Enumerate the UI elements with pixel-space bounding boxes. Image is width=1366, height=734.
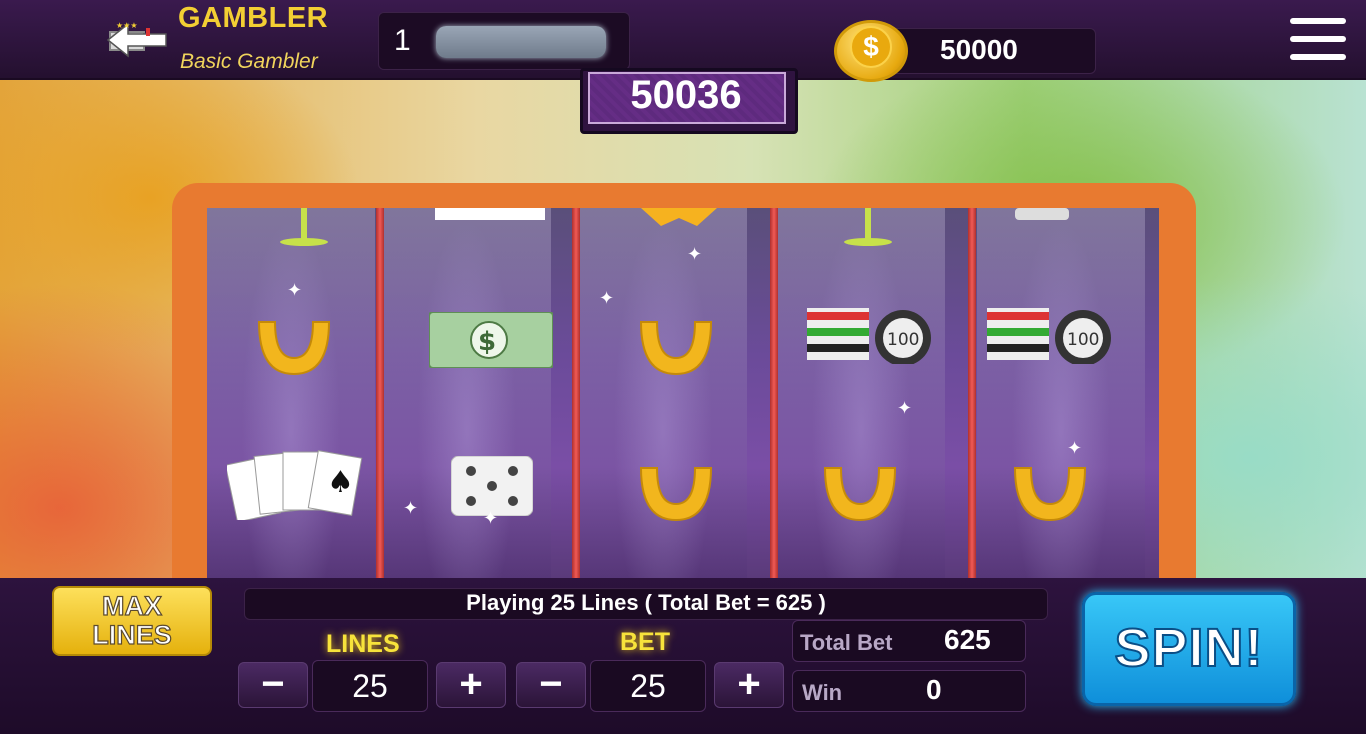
sparkle-icon: ✦ [403,498,419,518]
horseshoe-icon [257,321,331,376]
sparkle-icon: ✦ [287,280,303,300]
martini-glass-icon [280,208,328,246]
svg-text:♠: ♠ [327,465,354,500]
poker-chips-icon: 100 [807,308,931,364]
sparkle-icon: ✦ [897,398,913,418]
playing-cards-icon: ♠ [227,450,363,520]
reel-2 [383,208,551,578]
hamburger-menu-icon[interactable] [1290,18,1346,62]
coin-symbol: $ [850,26,892,68]
reel-1 [207,208,375,578]
svg-text:$: $ [478,327,496,357]
jackpot-value: 50036 [630,73,742,117]
max-lines-label: LINES [92,620,173,650]
bet-value: 25 [590,660,706,712]
horseshoe-icon [823,467,897,522]
dollar-bill-icon: $ [429,312,553,368]
reel-separator [770,208,778,578]
reel-separator [572,208,580,578]
player-level: 1 [394,24,411,57]
sparkle-icon: ✦ [1067,438,1083,458]
player-rank: Basic Gambler [180,50,318,73]
svg-text:★★★: ★★★ [116,21,138,30]
lines-value: 25 [312,660,428,712]
lines-plus-button[interactable]: + [436,662,506,708]
bet-info-text: Playing 25 Lines ( Total Bet = 625 ) [244,588,1048,620]
coin-balance: 50000 [940,34,1018,65]
svg-text:100: 100 [887,330,919,350]
reel-separator [376,208,384,578]
horseshoe-icon [639,467,713,522]
horseshoe-icon [639,321,713,376]
total-bet-value: 625 [944,624,991,655]
reels-area: ♠ $ 100 100 ✦ ✦ ✦ ✦ ✦ ✦ ✦ [207,208,1159,578]
lines-label: LINES [326,630,400,658]
win-label: Win [802,680,843,705]
reel-separator [968,208,976,578]
bet-plus-button[interactable]: + [714,662,784,708]
spin-button[interactable]: SPIN! [1082,592,1296,706]
dice-icon [1015,208,1069,220]
max-lines-button[interactable]: MAX LINES [52,586,212,656]
bet-minus-button[interactable]: − [516,662,586,708]
xp-progress-bar [436,26,606,58]
win-value: 0 [926,674,942,705]
martini-glass-icon [844,208,892,246]
horseshoe-icon [1013,467,1087,522]
bet-label: BET [620,628,670,656]
dice-icon [451,456,533,516]
game-title: GAMBLER [178,2,329,34]
back-arrow-icon[interactable]: ★★★ [106,18,170,58]
playing-cards-icon [435,208,545,220]
svg-text:100: 100 [1067,330,1099,350]
poker-chips-icon: 100 [987,308,1111,364]
total-bet-label: Total Bet [800,630,893,655]
sparkle-icon: ✦ [483,508,499,528]
sparkle-icon: ✦ [687,244,703,264]
star-icon [641,208,717,226]
sparkle-icon: ✦ [599,288,615,308]
max-lines-label: MAX [101,591,162,621]
lines-minus-button[interactable]: − [238,662,308,708]
